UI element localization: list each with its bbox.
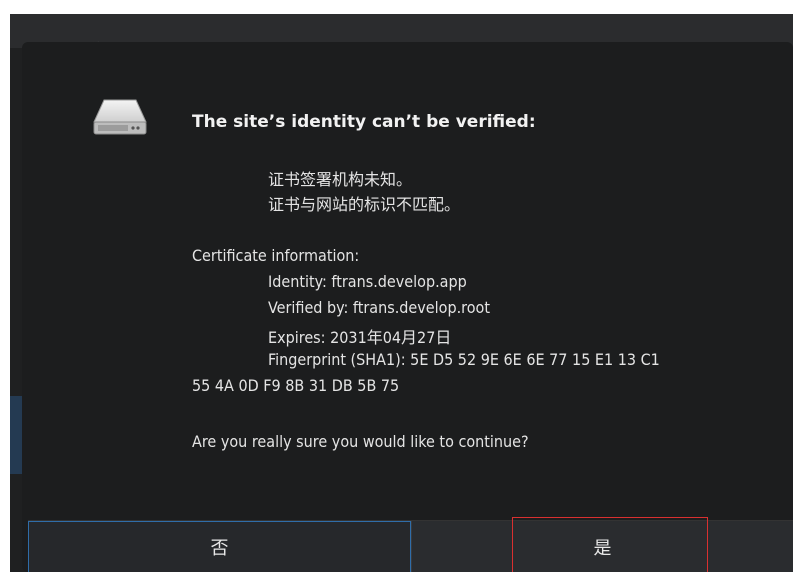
cert-fingerprint-line2: 55 4A 0D F9 8B 31 DB 5B 75 <box>192 376 400 395</box>
cert-expires: Expires: 2031年04月27日 <box>268 328 452 347</box>
dialog-button-bar: 否 是 <box>28 517 793 572</box>
drive-icon <box>90 96 150 144</box>
error-line-1: 证书签署机构未知。 <box>268 170 413 189</box>
cert-identity: Identity: ftrans.develop.app <box>268 272 467 291</box>
certificate-warning-dialog: The site’s identity can’t be verified: 证… <box>22 42 793 572</box>
continue-question: Are you really sure you would like to co… <box>192 432 529 451</box>
yes-button-label: 是 <box>593 538 612 559</box>
no-button[interactable]: 否 <box>28 521 411 572</box>
cert-info-heading: Certificate information: <box>192 246 360 265</box>
dialog-title: The site’s identity can’t be verified: <box>192 112 536 132</box>
cert-verified-by: Verified by: ftrans.develop.root <box>268 298 490 317</box>
yes-button[interactable]: 是 <box>411 517 793 572</box>
cert-fingerprint-line1: Fingerprint (SHA1): 5E D5 52 9E 6E 6E 77… <box>268 350 660 369</box>
screen: 网络 The site’s identity can’t be verified… <box>10 14 793 572</box>
error-line-2: 证书与网站的标识不匹配。 <box>268 195 461 214</box>
no-button-label: 否 <box>210 538 229 559</box>
